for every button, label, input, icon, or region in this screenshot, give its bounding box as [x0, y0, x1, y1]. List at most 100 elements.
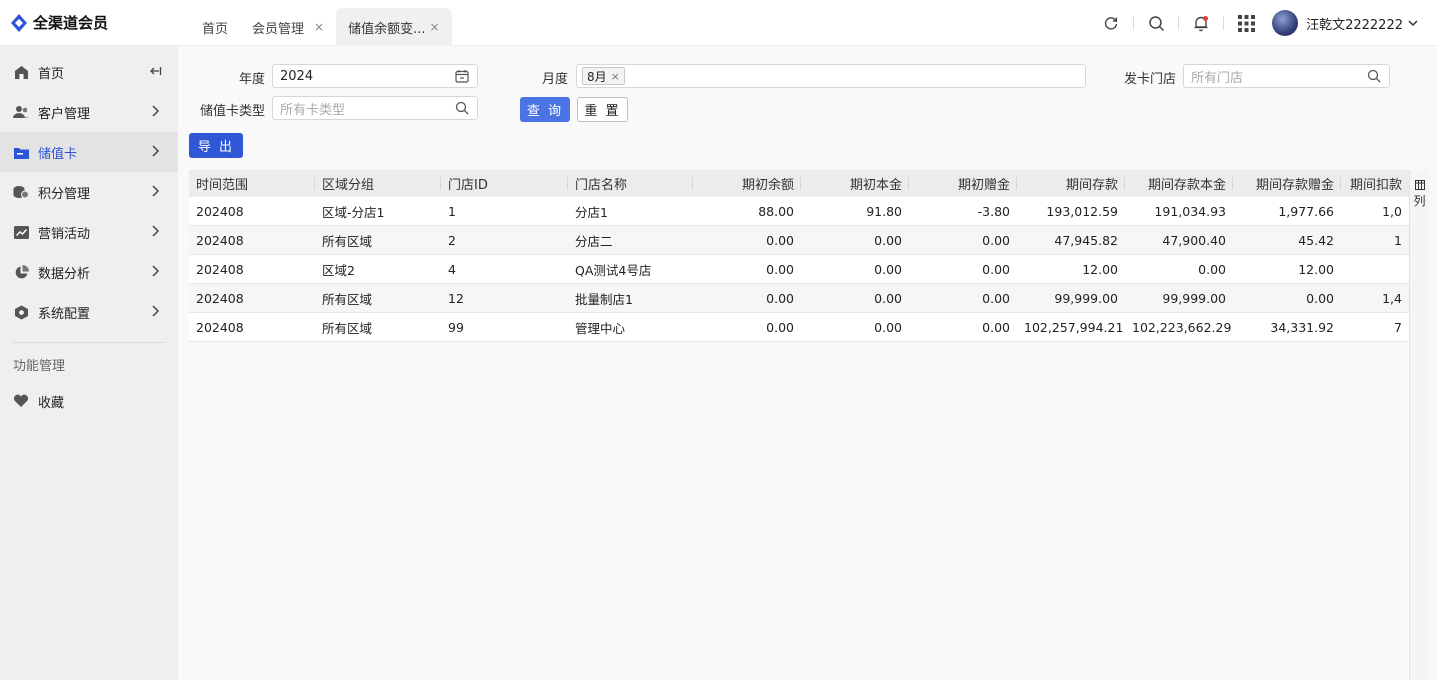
cell-period-deduction: 1,4	[1382, 290, 1402, 306]
app-logo[interactable]: 全渠道会员	[10, 12, 108, 33]
column-header-label: 门店ID	[448, 178, 488, 193]
cell-opening-bonus: 0.00	[982, 290, 1010, 306]
cell-opening-principal: 0.00	[874, 232, 902, 248]
search-icon[interactable]	[1138, 0, 1174, 46]
tab-label: 首页	[202, 21, 229, 37]
cell-period-deposit-principal: 191,034.93	[1154, 203, 1226, 219]
chevron-right-icon	[152, 305, 160, 317]
tag-close-icon[interactable]: ×	[611, 70, 620, 83]
cell-store-name: 批量制店1	[575, 291, 633, 307]
column-header[interactable]: 时间范围	[189, 170, 315, 197]
column-header[interactable]: 期间存款本金	[1125, 170, 1233, 197]
cell-opening-principal: 0.00	[874, 319, 902, 335]
coins-icon	[13, 184, 29, 200]
column-header[interactable]: 期初赠金	[909, 170, 1017, 197]
tab-label: 会员管理	[252, 21, 305, 37]
chevron-down-icon[interactable]	[1407, 17, 1419, 29]
close-icon[interactable]: ×	[430, 20, 440, 34]
sidebar-item-label: 首页	[38, 66, 65, 82]
cell-opening-bonus: 0.00	[982, 232, 1010, 248]
cell-period-deposit: 102,257,994.21	[1024, 319, 1124, 335]
cell-region: 所有区域	[322, 291, 373, 307]
cell-opening-balance: 0.00	[766, 261, 794, 277]
search-icon	[455, 101, 469, 115]
sidebar-item-points[interactable]: 积分管理	[0, 172, 178, 212]
cell-region: 区域2	[322, 262, 355, 278]
tab-home[interactable]: 首页	[190, 8, 240, 46]
heart-icon	[13, 393, 29, 409]
table-row[interactable]: 202408 区域-分店1 1 分店1 88.00 91.80 -3.80 19…	[189, 197, 1409, 226]
year-picker[interactable]: 2024	[272, 64, 478, 88]
collapse-sidebar-icon[interactable]	[148, 64, 162, 78]
card-type-label: 储值卡类型	[199, 104, 265, 119]
cell-opening-balance: 0.00	[766, 319, 794, 335]
tab-stored-value-balance[interactable]: 储值余额变... ×	[336, 8, 452, 46]
column-header[interactable]: 期间存款	[1017, 170, 1125, 197]
card-type-placeholder: 所有卡类型	[280, 102, 346, 118]
tab-member-management[interactable]: 会员管理 ×	[240, 8, 336, 46]
column-header[interactable]: 期初余额	[693, 170, 801, 197]
cell-store-id: 4	[448, 261, 456, 277]
cell-opening-bonus: 0.00	[982, 319, 1010, 335]
close-icon[interactable]: ×	[314, 20, 324, 34]
sidebar-item-label: 储值卡	[38, 146, 78, 162]
sidebar-item-analytics[interactable]: 数据分析	[0, 252, 178, 292]
cell-opening-principal: 0.00	[874, 261, 902, 277]
month-tag-label: 8月	[587, 69, 607, 84]
sidebar-item-stored-value-card[interactable]: 储值卡	[0, 132, 178, 172]
column-header-label: 期间扣款	[1349, 178, 1402, 193]
sidebar-item-system-config[interactable]: 系统配置	[0, 292, 178, 332]
sidebar-item-favorites[interactable]: 收藏	[0, 381, 178, 421]
chevron-right-icon	[152, 225, 160, 237]
pie-chart-icon	[13, 264, 29, 280]
month-label: 月度	[541, 72, 568, 87]
month-tag: 8月 ×	[582, 67, 625, 85]
sidebar-section-title: 功能管理	[13, 359, 66, 374]
cell-store-id: 2	[448, 232, 456, 248]
cell-store-name: QA测试4号店	[575, 262, 652, 278]
sidebar-item-label: 营销活动	[38, 226, 91, 242]
avatar[interactable]	[1272, 10, 1299, 36]
query-button[interactable]: 查 询	[520, 97, 570, 122]
bell-icon[interactable]	[1183, 0, 1219, 46]
issuing-store-select[interactable]: 所有门店	[1183, 64, 1390, 88]
table-row[interactable]: 202408 所有区域 99 管理中心 0.00 0.00 0.00 102,2…	[189, 313, 1409, 342]
cell-region: 区域-分店1	[322, 204, 385, 220]
columns-icon	[1414, 180, 1425, 190]
divider	[1133, 16, 1135, 30]
chevron-right-icon	[152, 145, 160, 157]
sidebar: 首页 客户管理 储值卡 积分管理 营销活动 数据分析 系统配置 功能管理 收藏	[0, 46, 178, 680]
cell-period-deposit-bonus: 45.42	[1298, 232, 1334, 248]
column-header[interactable]: 期初本金	[801, 170, 909, 197]
table-row[interactable]: 202408 所有区域 12 批量制店1 0.00 0.00 0.00 99,9…	[189, 284, 1409, 313]
sidebar-item-customers[interactable]: 客户管理	[0, 92, 178, 132]
refresh-icon[interactable]	[1093, 0, 1129, 46]
cell-period: 202408	[196, 290, 244, 306]
column-header-label: 期初余额	[741, 178, 794, 193]
cell-opening-bonus: 0.00	[982, 261, 1010, 277]
sidebar-item-home[interactable]: 首页	[0, 52, 178, 92]
column-header[interactable]: 期间存款赠金	[1233, 170, 1341, 197]
sidebar-item-label: 客户管理	[38, 106, 91, 122]
cell-period-deposit-principal: 47,900.40	[1162, 232, 1226, 248]
export-button[interactable]: 导 出	[189, 133, 243, 158]
column-header[interactable]: 门店ID	[441, 170, 568, 197]
search-icon	[1367, 69, 1381, 83]
column-settings-button[interactable]: 列	[1409, 170, 1429, 680]
column-header[interactable]: 门店名称	[568, 170, 693, 197]
table-row[interactable]: 202408 区域2 4 QA测试4号店 0.00 0.00 0.00 12.0…	[189, 255, 1409, 284]
column-header[interactable]: 区域分组	[315, 170, 441, 197]
card-type-select[interactable]: 所有卡类型	[272, 96, 478, 120]
reset-button[interactable]: 重 置	[577, 97, 628, 122]
cell-period-deduction: 7	[1394, 319, 1402, 335]
sidebar-item-marketing[interactable]: 营销活动	[0, 212, 178, 252]
header-actions: 汪乾文2222222	[1093, 0, 1419, 46]
month-select[interactable]: 8月 ×	[576, 64, 1086, 88]
table-row[interactable]: 202408 所有区域 2 分店二 0.00 0.00 0.00 47,945.…	[189, 226, 1409, 255]
apps-grid-icon[interactable]	[1228, 0, 1264, 46]
divider	[1178, 16, 1180, 30]
column-header[interactable]: 期间扣款	[1341, 170, 1409, 197]
user-name[interactable]: 汪乾文2222222	[1306, 14, 1403, 33]
cell-opening-balance: 0.00	[766, 290, 794, 306]
cell-period-deposit-bonus: 0.00	[1306, 290, 1334, 306]
